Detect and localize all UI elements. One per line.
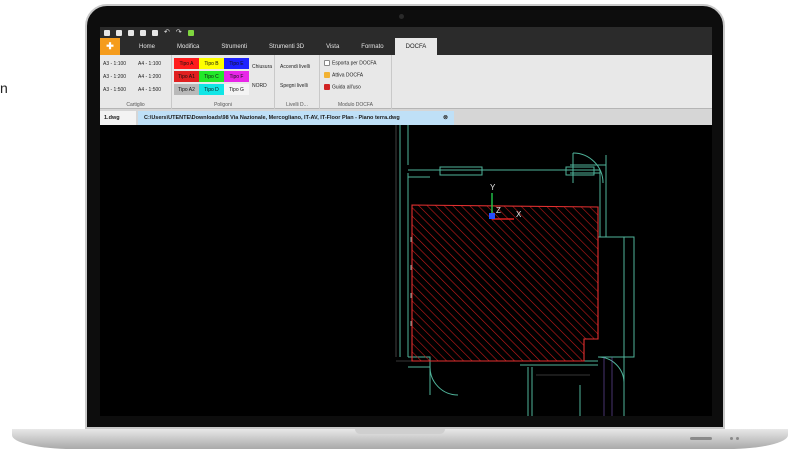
document-tab[interactable]: 1.dwg: [100, 111, 136, 125]
group-label-poligoni: Poligoni: [214, 102, 232, 108]
ribbon-panel: A3 - 1:100 A4 - 1:100 A3 - 1:200 A4 - 1:…: [100, 55, 712, 109]
document-path-tab[interactable]: C:\Users\UTENTE\Downloads\98 Via Naziona…: [138, 111, 454, 125]
app-window: ↶ ↷ ✚ Home Modifica Strumenti Strumenti …: [100, 27, 712, 416]
chiusura-button[interactable]: Chiusura: [252, 64, 272, 70]
led-icon: [736, 437, 739, 440]
swatch-tipo-d[interactable]: Tipo D: [199, 84, 224, 95]
attiva-docfa-label: Attiva DOCFA: [332, 72, 364, 79]
hatched-room[interactable]: [411, 204, 599, 362]
tab-vista[interactable]: Vista: [315, 38, 350, 55]
tab-home[interactable]: Home: [128, 38, 166, 55]
guida-button[interactable]: Guida all'uso: [324, 84, 361, 90]
swatch-tipo-c[interactable]: Tipo C: [199, 71, 224, 82]
ribbon-tabs: ✚ Home Modifica Strumenti Strumenti 3D V…: [100, 38, 712, 55]
page-side-text: n: [0, 80, 8, 96]
attiva-docfa-button[interactable]: Attiva DOCFA: [324, 72, 363, 78]
close-icon[interactable]: ⊗: [443, 111, 448, 125]
tab-modifica[interactable]: Modifica: [166, 38, 210, 55]
redo-icon[interactable]: ↷: [176, 29, 182, 36]
port-icon: [690, 437, 712, 440]
tab-strumenti[interactable]: Strumenti: [210, 38, 258, 55]
axis-x-label: X: [516, 210, 522, 219]
spegni-livelli-button[interactable]: Spegni livelli: [280, 83, 308, 89]
accendi-livelli-button[interactable]: Accendi livelli: [280, 64, 310, 70]
swatch-tipo-g[interactable]: Tipo G: [224, 84, 249, 95]
group-poligoni: Tipo A Tipo B Tipo E Tipo A1 Tipo C Tipo…: [172, 55, 275, 109]
group-cartiglio: A3 - 1:100 A4 - 1:100 A3 - 1:200 A4 - 1:…: [100, 55, 172, 109]
cartiglio-a4-100[interactable]: A4 - 1:100: [138, 61, 161, 67]
tab-formato[interactable]: Formato: [350, 38, 394, 55]
document-tabs: 1.dwg C:\Users\UTENTE\Downloads\98 Via N…: [100, 109, 712, 125]
app-menu-button[interactable]: ✚: [100, 38, 120, 55]
swatch-tipo-b[interactable]: Tipo B: [199, 58, 224, 69]
group-modulo-docfa: Esporta per DOCFA Attiva DOCFA Guida all…: [320, 55, 392, 109]
swatch-tipo-f[interactable]: Tipo F: [224, 71, 249, 82]
swatch-tipo-a[interactable]: Tipo A: [174, 58, 199, 69]
esporta-docfa-button[interactable]: Esporta per DOCFA: [324, 60, 376, 66]
print-icon[interactable]: [152, 29, 158, 36]
new-icon[interactable]: [104, 29, 110, 36]
app-logo-icon: ✚: [106, 41, 114, 51]
document-path: C:\Users\UTENTE\Downloads\98 Via Naziona…: [144, 115, 400, 121]
undo-icon[interactable]: ↶: [164, 29, 170, 36]
swatch-tipo-e[interactable]: Tipo E: [224, 58, 249, 69]
guida-label: Guida all'uso: [332, 84, 361, 91]
saveas-icon[interactable]: [140, 29, 146, 36]
group-label-cartiglio: Cartiglio: [126, 102, 145, 108]
group-label-modulo: Modulo DOCFA: [337, 102, 373, 108]
esporta-docfa-label: Esporta per DOCFA: [332, 60, 377, 67]
axis-z-label: Z: [496, 206, 501, 215]
open-icon[interactable]: [116, 29, 122, 36]
cartiglio-a4-500[interactable]: A4 - 1:500: [138, 87, 161, 93]
laptop-notch: [355, 429, 445, 434]
floor-plan: Y Z X: [395, 125, 635, 416]
quick-access-toolbar: ↶ ↷: [100, 27, 712, 38]
led-icon: [730, 437, 733, 440]
cartiglio-a3-200[interactable]: A3 - 1:200: [103, 74, 126, 80]
pdf-icon: [324, 84, 330, 90]
cartiglio-a3-500[interactable]: A3 - 1:500: [103, 87, 126, 93]
cartiglio-a4-200[interactable]: A4 - 1:200: [138, 74, 161, 80]
save-icon[interactable]: [128, 29, 134, 36]
axis-y-label: Y: [490, 183, 496, 192]
drawing-canvas[interactable]: Y Z X: [100, 125, 712, 416]
swatch-tipo-a2[interactable]: Tipo A2: [174, 84, 199, 95]
tab-strumenti-3d[interactable]: Strumenti 3D: [258, 38, 315, 55]
swatch-tipo-a1[interactable]: Tipo A1: [174, 71, 199, 82]
activate-icon: [324, 72, 330, 78]
tab-docfa[interactable]: DOCFA: [394, 38, 438, 55]
document-icon: [324, 60, 330, 66]
group-label-livelli: Livelli D...: [286, 102, 308, 108]
purple-lines: [603, 357, 613, 416]
camera-icon: [399, 14, 404, 19]
nord-button[interactable]: NORD: [252, 83, 267, 89]
export-icon[interactable]: [187, 29, 194, 36]
group-livelli: Accendi livelli Spegni livelli Livelli D…: [275, 55, 320, 109]
cartiglio-a3-100[interactable]: A3 - 1:100: [103, 61, 126, 67]
